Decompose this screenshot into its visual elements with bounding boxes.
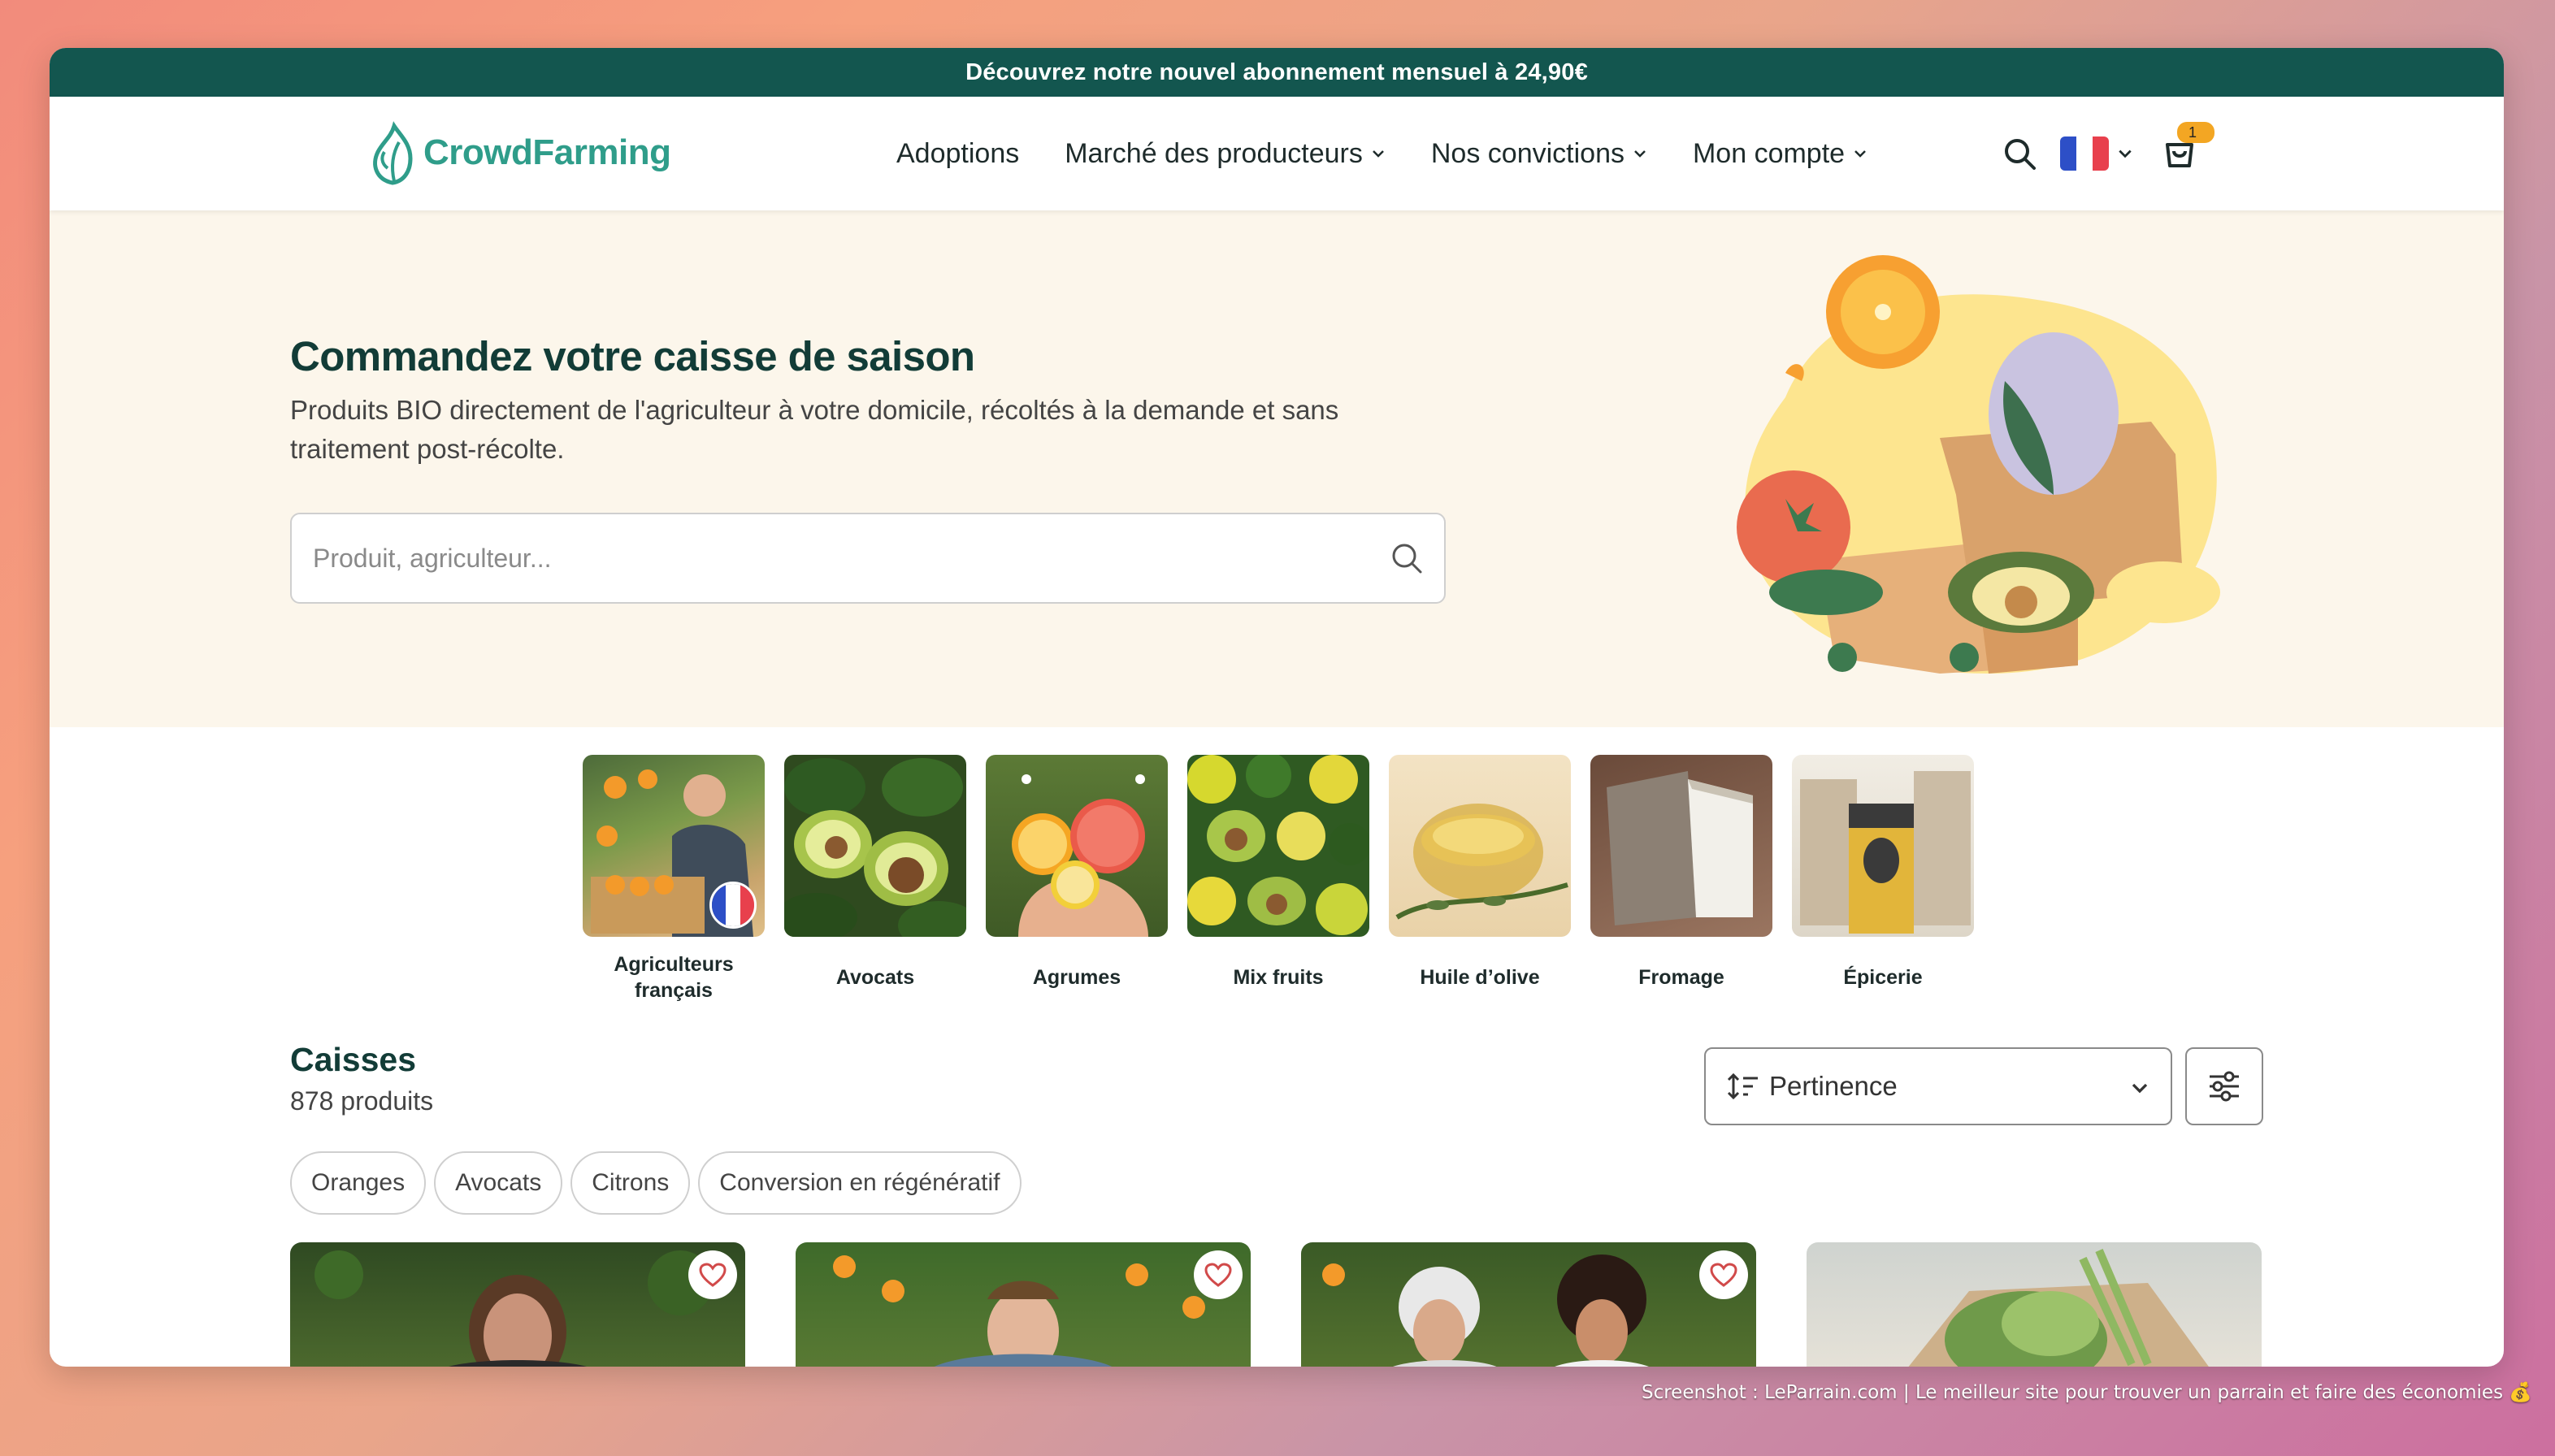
- product-card[interactable]: [1807, 1242, 2262, 1367]
- promo-banner[interactable]: Découvrez notre nouvel abonnement mensue…: [50, 48, 2504, 97]
- category-label: Agrumes: [1032, 966, 1121, 989]
- sort-icon: [1727, 1072, 1758, 1100]
- nav-adoptions[interactable]: Adoptions: [896, 138, 1019, 170]
- category-label: Mix fruits: [1233, 966, 1324, 989]
- category-image: [784, 755, 966, 937]
- chip-conversion-regeneratif[interactable]: Conversion en régénératif: [698, 1151, 1022, 1215]
- category-image: [1389, 755, 1571, 937]
- filter-button[interactable]: [2185, 1047, 2263, 1125]
- category-fromage[interactable]: Fromage: [1590, 755, 1772, 1003]
- category-image: [986, 755, 1168, 937]
- nav-label: Nos convictions: [1430, 137, 1625, 169]
- france-flag-icon: [709, 882, 757, 929]
- watermark: Screenshot : LeParrain.com | Le meilleur…: [1641, 1382, 2532, 1403]
- category-epicerie[interactable]: Épicerie: [1792, 755, 1974, 1003]
- product-grid: [290, 1242, 2312, 1367]
- cart-button[interactable]: 1: [2162, 121, 2214, 173]
- france-flag-icon: [2060, 136, 2109, 171]
- category-agriculteurs-francais[interactable]: Agriculteurs français: [583, 755, 765, 1003]
- header: CrowdFarming Adoptions Marché des produc…: [50, 97, 2504, 210]
- section-title: Caisses: [290, 1041, 417, 1078]
- category-label: Fromage: [1638, 966, 1724, 989]
- category-huile-olive[interactable]: Huile d’olive: [1389, 755, 1571, 1003]
- product-card[interactable]: [290, 1242, 745, 1367]
- category-label: Épicerie: [1843, 966, 1923, 989]
- hero-search: [290, 513, 1446, 604]
- product-card[interactable]: [796, 1242, 1251, 1367]
- chevron-down-icon: [1634, 150, 1646, 158]
- chevron-down-icon: [1854, 150, 1866, 158]
- language-selector[interactable]: [2037, 136, 2133, 171]
- sliders-icon: [2210, 1071, 2239, 1102]
- heart-icon: [1204, 1263, 1232, 1287]
- chip-avocats[interactable]: Avocats: [434, 1151, 563, 1215]
- category-label: Huile d’olive: [1420, 966, 1540, 989]
- product-card[interactable]: [1301, 1242, 1756, 1367]
- hero-subtitle: Produits BIO directement de l'agriculteu…: [290, 395, 1339, 464]
- chevron-down-icon: [2132, 1083, 2148, 1094]
- promo-banner-text[interactable]: Découvrez notre nouvel abonnement mensue…: [965, 59, 1588, 85]
- category-carousel: Agriculteurs français Avocats Agrumes Mi…: [583, 755, 1993, 1003]
- product-image: [1908, 1249, 2209, 1367]
- logo[interactable]: CrowdFarming: [370, 118, 671, 188]
- nav-label: Marché des producteurs: [1065, 137, 1363, 169]
- search-input[interactable]: [292, 514, 1348, 602]
- leaf-logo-icon: [373, 121, 413, 185]
- category-label: Avocats: [835, 966, 915, 989]
- heart-icon: [699, 1263, 727, 1287]
- sort-label: Pertinence: [1769, 1071, 1898, 1101]
- nav-label: Adoptions: [896, 137, 1020, 169]
- main-nav: Adoptions Marché des producteurs Nos con…: [896, 97, 1913, 210]
- search-icon[interactable]: [1389, 540, 1425, 576]
- category-image: [1590, 755, 1772, 937]
- search-icon[interactable]: [2002, 136, 2037, 171]
- category-avocats[interactable]: Avocats: [784, 755, 966, 1003]
- product-image: [833, 1255, 1205, 1367]
- category-agrumes[interactable]: Agrumes: [986, 755, 1168, 1003]
- favorite-button[interactable]: [1194, 1250, 1243, 1299]
- chip-citrons[interactable]: Citrons: [570, 1151, 691, 1215]
- browser-window: Découvrez notre nouvel abonnement mensue…: [50, 48, 2504, 1367]
- favorite-button[interactable]: [688, 1250, 737, 1299]
- produce-box-illustration: [1737, 255, 2220, 674]
- category-image: [1187, 755, 1369, 937]
- hero-title: Commandez votre caisse de saison: [290, 333, 975, 379]
- hero-section: Commandez votre caisse de saison Produit…: [50, 210, 2504, 727]
- header-actions: 1: [2002, 97, 2214, 210]
- category-label: Agriculteurs français: [614, 953, 734, 1002]
- product-count: 878 produits: [290, 1086, 434, 1116]
- cart-count-badge: 1: [2177, 121, 2214, 143]
- category-mix-fruits[interactable]: Mix fruits: [1187, 755, 1369, 1003]
- sort-dropdown[interactable]: Pertinence: [1704, 1047, 2172, 1125]
- nav-mon-compte[interactable]: Mon compte: [1693, 138, 1867, 170]
- category-image: [1792, 755, 1974, 937]
- logo-text: CrowdFarming: [423, 132, 671, 172]
- product-image: [314, 1250, 713, 1367]
- product-image: [1322, 1254, 1735, 1367]
- category-image: [583, 755, 765, 937]
- chevron-down-icon: [2119, 150, 2132, 158]
- nav-nos-convictions[interactable]: Nos convictions: [1431, 138, 1647, 170]
- nav-marche-producteurs[interactable]: Marché des producteurs: [1065, 138, 1386, 170]
- nav-label: Mon compte: [1692, 137, 1846, 169]
- chip-oranges[interactable]: Oranges: [290, 1151, 427, 1215]
- filter-chips: Oranges Avocats Citrons Conversion en ré…: [290, 1151, 1030, 1215]
- heart-icon: [1710, 1263, 1737, 1287]
- favorite-button[interactable]: [1699, 1250, 1748, 1299]
- chevron-down-icon: [1372, 150, 1384, 158]
